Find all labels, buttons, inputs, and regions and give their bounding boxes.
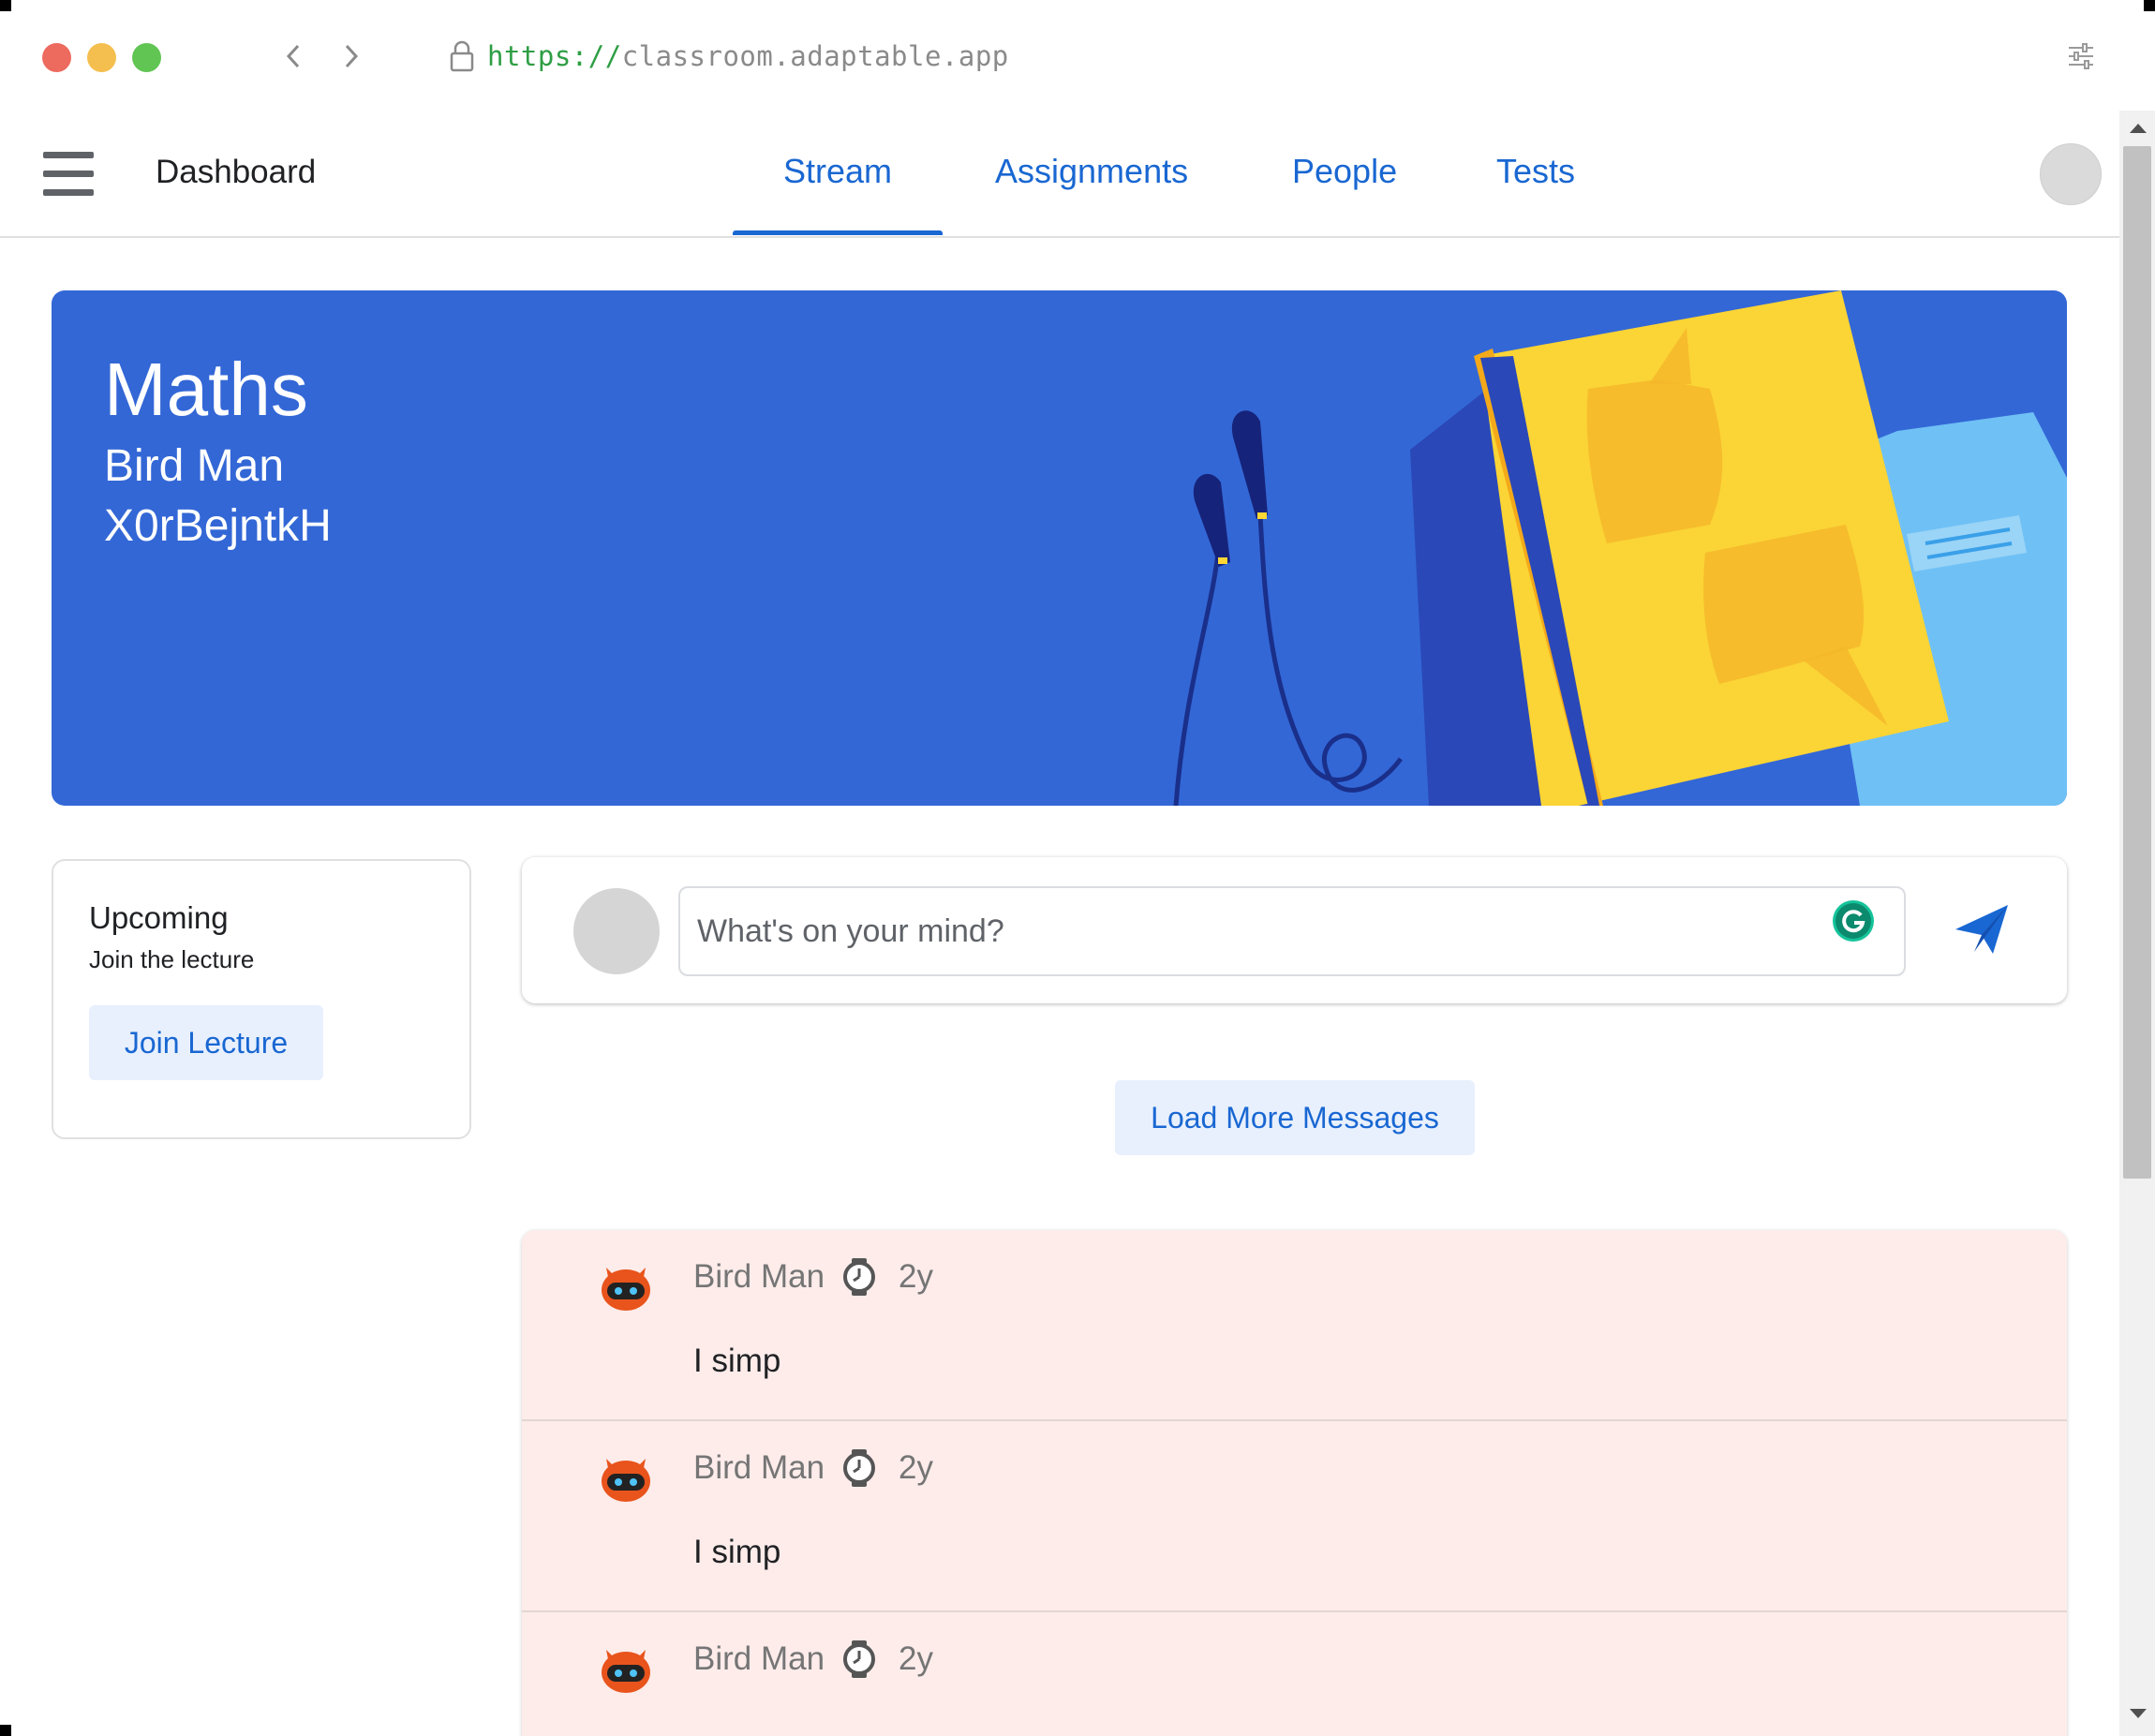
browser-chrome: https://classroom.adaptable.app [0, 0, 2155, 111]
message-text: I simp [693, 1343, 781, 1379]
chevron-left-icon [286, 44, 300, 68]
maximize-window-button[interactable] [132, 43, 161, 72]
forward-button[interactable] [337, 37, 365, 75]
class-banner: Maths Bird Man X0rBejntkH [52, 290, 2067, 806]
close-window-button[interactable] [42, 43, 71, 72]
scroll-up-arrow[interactable] [2130, 124, 2147, 133]
robot-avatar-icon [602, 1650, 650, 1693]
message-time: 2y [899, 1640, 933, 1677]
join-lecture-button[interactable]: Join Lecture [89, 1005, 323, 1080]
app-navbar: Dashboard Stream Assignments People Test… [0, 111, 2119, 238]
frame-corner [0, 0, 11, 11]
url-text: https://classroom.adaptable.app [487, 40, 1009, 72]
message-item: Bird Man 2y [522, 1612, 2067, 1736]
tab-people[interactable]: People [1292, 152, 1397, 191]
class-code: X0rBejntkH [104, 501, 332, 551]
clock-icon [843, 1258, 875, 1296]
message-author: Bird Man [693, 1258, 825, 1295]
grammarly-icon[interactable] [1827, 895, 1880, 947]
message-time: 2y [899, 1258, 933, 1295]
menu-icon[interactable] [43, 152, 94, 197]
address-bar[interactable]: https://classroom.adaptable.app [448, 36, 1009, 77]
tab-assignments[interactable]: Assignments [995, 152, 1188, 191]
tab-tests[interactable]: Tests [1496, 152, 1575, 191]
frame-corner [0, 1725, 11, 1736]
upcoming-card: Upcoming Join the lecture Join Lecture [52, 859, 471, 1139]
upcoming-title: Upcoming [89, 900, 229, 935]
message-author: Bird Man [693, 1449, 825, 1486]
clock-icon [843, 1449, 875, 1487]
sliders-icon[interactable] [2067, 41, 2095, 71]
tab-stream[interactable]: Stream [783, 152, 892, 191]
message-item: Bird Man 2y I simp [522, 1230, 2067, 1421]
minimize-window-button[interactable] [87, 43, 116, 72]
back-button[interactable] [279, 37, 307, 75]
message-author: Bird Man [693, 1640, 825, 1677]
composer-avatar [573, 888, 660, 974]
books-illustration [1173, 290, 2067, 806]
clock-icon [843, 1640, 875, 1678]
scroll-thumb[interactable] [2123, 146, 2151, 1179]
message-list: Bird Man 2y I simp Bird Man 2y I simp Bi… [522, 1230, 2067, 1736]
active-tab-indicator [733, 230, 943, 235]
lock-icon [450, 40, 474, 72]
message-item: Bird Man 2y I simp [522, 1421, 2067, 1612]
load-more-button[interactable]: Load More Messages [1115, 1080, 1475, 1155]
class-name: Maths [104, 348, 308, 431]
robot-avatar-icon [602, 1459, 650, 1502]
scroll-down-arrow[interactable] [2130, 1709, 2147, 1718]
upcoming-subtitle: Join the lecture [89, 945, 255, 973]
page-scrollbar[interactable] [2119, 111, 2155, 1736]
class-teacher: Bird Man [104, 441, 285, 491]
post-input[interactable] [678, 886, 1906, 976]
robot-avatar-icon [602, 1268, 650, 1311]
message-text: I simp [693, 1534, 781, 1570]
dashboard-link[interactable]: Dashboard [156, 154, 316, 191]
frame-corner [2144, 0, 2155, 11]
send-icon[interactable] [1952, 899, 2012, 959]
chevron-right-icon [345, 44, 359, 68]
user-avatar[interactable] [2040, 143, 2102, 205]
message-time: 2y [899, 1449, 933, 1486]
